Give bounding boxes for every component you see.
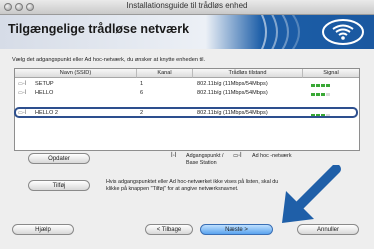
channel-cell: 1 — [140, 81, 144, 87]
table-row[interactable]: ▭◦ꟾ HELLO 6 802.11b/g (11Mbps/54Mbps) — [15, 89, 359, 97]
window-title: Installationsguide til trådløs enhed — [126, 1, 248, 10]
wifi-logo-icon — [322, 19, 364, 45]
ssid-cell: SETUP — [35, 81, 54, 87]
add-button[interactable]: Tilføj — [28, 180, 90, 191]
legend-access-point-icon: ꟾ◦ꟾ — [171, 153, 177, 159]
legend-base-station-label: Base Station — [186, 160, 217, 166]
refresh-button[interactable]: Opdater — [28, 153, 90, 164]
legend-adhoc-icon: ▭◦ꟾ — [233, 153, 242, 159]
back-button[interactable]: < Tilbage — [145, 224, 193, 235]
instruction-text: Vælg det adgangspunkt eller Ad hoc-netvæ… — [12, 57, 206, 63]
header-banner: Tilgængelige trådløse netværk — [0, 15, 374, 49]
add-help-text-line1: Hvis adgangspunktet eller Ad hoc-netværk… — [106, 179, 279, 185]
window-titlebar: Installationsguide til trådløs enhed — [0, 0, 374, 15]
channel-cell: 6 — [140, 90, 144, 96]
next-button[interactable]: Næste > — [200, 224, 273, 235]
help-button[interactable]: Hjælp — [12, 224, 74, 235]
page-title: Tilgængelige trådløse netværk — [8, 22, 190, 36]
table-row[interactable]: ▭◦ꟾ SETUP 1 802.11b/g (11Mbps/54Mbps) — [15, 80, 359, 88]
legend-adhoc-label: Ad hoc -netværk — [252, 153, 292, 159]
signal-strength-icon — [311, 91, 331, 96]
column-header-channel[interactable]: Kanal — [137, 69, 193, 78]
pointer-arrow-icon — [282, 165, 341, 223]
ssid-cell: HELLO — [35, 90, 54, 96]
mode-cell: 802.11b/g (11Mbps/54Mbps) — [197, 81, 268, 87]
column-header-ssid[interactable]: Navn (SSID) — [15, 69, 137, 78]
add-help-text-line2: klikke på knappen "Tilføj" for at angive… — [106, 186, 239, 192]
access-point-icon: ▭◦ꟾ — [18, 81, 26, 87]
column-header-signal[interactable]: Signal — [303, 69, 359, 78]
mode-cell: 802.11b/g (11Mbps/54Mbps) — [197, 90, 268, 96]
column-header-mode[interactable]: Trådløs tilstand — [193, 69, 303, 78]
cancel-button[interactable]: Annuller — [297, 224, 359, 235]
legend-access-point-label: Adgangspunkt / — [186, 153, 224, 159]
signal-strength-icon — [311, 82, 331, 87]
access-point-icon: ▭◦ꟾ — [18, 90, 26, 96]
selection-highlight — [14, 107, 358, 118]
